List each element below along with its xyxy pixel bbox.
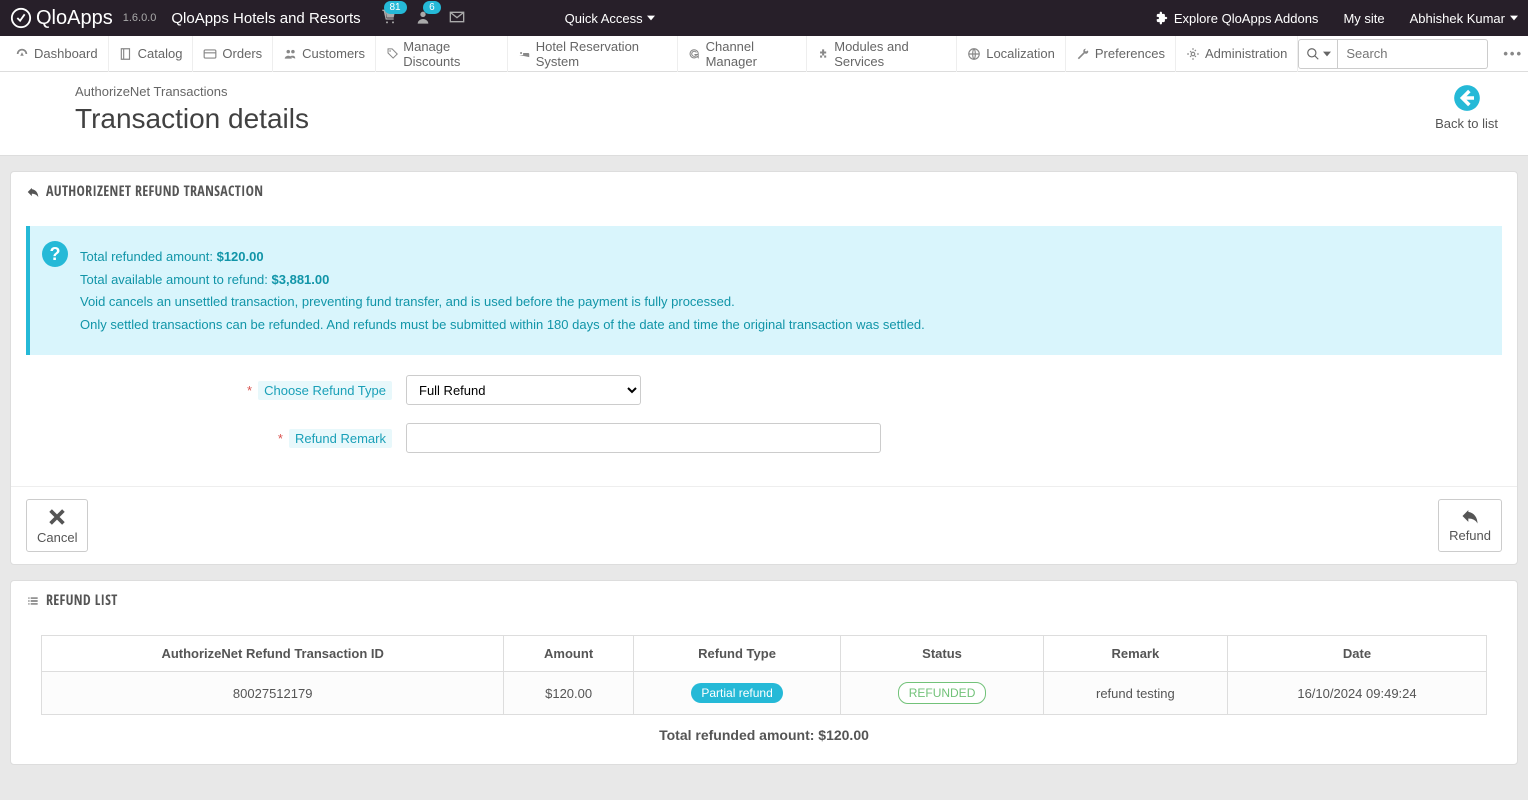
table-row: 80027512179 $120.00 Partial refund REFUN… <box>42 672 1487 715</box>
mail-icon <box>449 9 465 25</box>
quick-access-label: Quick Access <box>565 11 643 26</box>
search-button[interactable] <box>1298 39 1338 69</box>
menubar: Dashboard Catalog Orders Customers Manag… <box>0 36 1528 72</box>
book-icon <box>119 47 133 61</box>
mysite-link[interactable]: My site <box>1343 11 1384 26</box>
version-label: 1.6.0.0 <box>123 12 157 24</box>
menu-hotel[interactable]: Hotel Reservation System <box>508 36 678 72</box>
status-badge: REFUNDED <box>898 682 987 704</box>
back-arrow-icon <box>1453 84 1481 112</box>
refund-remark-input[interactable] <box>406 423 881 453</box>
users-button[interactable]: 6 <box>415 9 431 28</box>
cart-button[interactable]: 81 <box>381 9 397 28</box>
info-alert: ? Total refunded amount: $120.00 Total a… <box>26 226 1502 355</box>
refund-type-select[interactable]: Full Refund <box>406 375 641 405</box>
menu-dashboard[interactable]: Dashboard <box>5 36 109 72</box>
th-amount: Amount <box>504 636 633 672</box>
menu-modules[interactable]: Modules and Services <box>807 36 957 72</box>
cell-transaction-id: 80027512179 <box>42 672 504 715</box>
menu-channel[interactable]: Channel Manager <box>678 36 807 72</box>
credit-card-icon <box>203 47 217 61</box>
topbar: QloApps 1.6.0.0 QloApps Hotels and Resor… <box>0 0 1528 36</box>
th-remark: Remark <box>1043 636 1227 672</box>
reply-icon <box>1458 506 1482 526</box>
explore-addons-link[interactable]: Explore QloApps Addons <box>1155 11 1319 26</box>
refund-transaction-panel: AUTHORIZENET REFUND TRANSACTION ? Total … <box>10 171 1518 565</box>
menu-discounts[interactable]: Manage Discounts <box>376 36 508 72</box>
cell-remark: refund testing <box>1043 672 1227 715</box>
puzzle-icon <box>1155 11 1169 25</box>
cancel-button[interactable]: Cancel <box>26 499 88 552</box>
menu-preferences[interactable]: Preferences <box>1066 36 1176 72</box>
refund-list-panel: REFUND LIST AuthorizeNet Refund Transact… <box>10 580 1518 765</box>
app-name: QloApps <box>36 7 113 30</box>
search-icon <box>1306 47 1320 61</box>
quick-access-dropdown[interactable]: Quick Access <box>565 11 655 26</box>
reply-icon <box>26 185 40 199</box>
refund-type-row: *Choose Refund Type Full Refund <box>26 375 1502 405</box>
users-icon <box>283 47 297 61</box>
page-title: Transaction details <box>75 103 309 135</box>
gear-icon <box>1186 47 1200 61</box>
panel-heading: REFUND LIST <box>11 581 1517 620</box>
th-status: Status <box>841 636 1043 672</box>
breadcrumb: AuthorizeNet Transactions <box>75 84 309 99</box>
cell-status: REFUNDED <box>841 672 1043 715</box>
cell-amount: $120.00 <box>504 672 633 715</box>
refund-type-label: Choose Refund Type <box>258 381 392 400</box>
cell-refund-type: Partial refund <box>633 672 840 715</box>
more-button[interactable]: ••• <box>1503 46 1523 61</box>
menu-localization[interactable]: Localization <box>957 36 1066 72</box>
cart-badge: 81 <box>384 1 407 14</box>
caret-down-icon <box>647 14 655 22</box>
refund-remark-label: Refund Remark <box>289 429 392 448</box>
close-icon <box>46 506 68 528</box>
menu-admin[interactable]: Administration <box>1176 36 1298 72</box>
tag-icon <box>386 47 398 61</box>
table-header-row: AuthorizeNet Refund Transaction ID Amoun… <box>42 636 1487 672</box>
refund-type-badge: Partial refund <box>691 683 782 703</box>
globe-icon <box>967 47 981 61</box>
user-badge: 6 <box>423 1 441 14</box>
bed-icon <box>518 47 530 61</box>
cell-date: 16/10/2024 09:49:24 <box>1227 672 1486 715</box>
search-group <box>1298 39 1488 69</box>
menu-customers[interactable]: Customers <box>273 36 376 72</box>
search-input[interactable] <box>1338 39 1488 69</box>
page-header: AuthorizeNet Transactions Transaction de… <box>0 72 1528 156</box>
hotel-name: QloApps Hotels and Resorts <box>171 10 360 27</box>
refund-button[interactable]: Refund <box>1438 499 1502 552</box>
refresh-icon <box>688 47 700 61</box>
list-icon <box>26 594 40 608</box>
logo-icon <box>10 7 32 29</box>
mail-button[interactable] <box>449 9 465 28</box>
table-summary: Total refunded amount: $120.00 <box>41 715 1487 749</box>
gauge-icon <box>15 47 29 61</box>
question-icon: ? <box>42 241 68 267</box>
refund-table: AuthorizeNet Refund Transaction ID Amoun… <box>41 635 1487 715</box>
user-menu[interactable]: Abhishek Kumar <box>1410 11 1518 26</box>
back-to-list-button[interactable]: Back to list <box>1435 84 1498 131</box>
caret-down-icon <box>1510 14 1518 22</box>
caret-down-icon <box>1323 50 1331 58</box>
app-logo[interactable]: QloApps <box>10 7 113 30</box>
menu-catalog[interactable]: Catalog <box>109 36 194 72</box>
th-refund-type: Refund Type <box>633 636 840 672</box>
panel-heading: AUTHORIZENET REFUND TRANSACTION <box>11 172 1517 211</box>
puzzle-icon <box>817 47 829 61</box>
wrench-icon <box>1076 47 1090 61</box>
th-transaction-id: AuthorizeNet Refund Transaction ID <box>42 636 504 672</box>
th-date: Date <box>1227 636 1486 672</box>
refund-remark-row: *Refund Remark <box>26 423 1502 453</box>
menu-orders[interactable]: Orders <box>193 36 273 72</box>
